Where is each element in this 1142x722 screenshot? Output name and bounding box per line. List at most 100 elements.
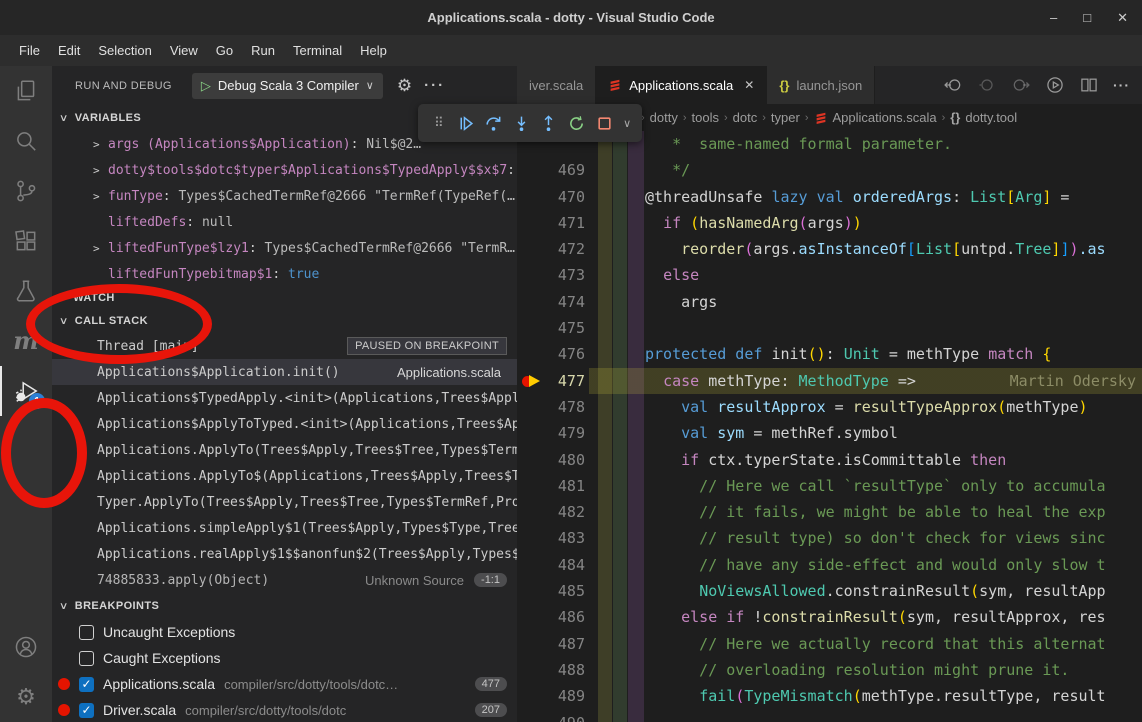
line-number[interactable]: 471 [517, 210, 585, 236]
stack-frame-row[interactable]: Applications.ApplyTo$(Applications,Trees… [52, 463, 517, 489]
code-line[interactable]: 470@threadUnsafe lazy val orderedArgs: L… [517, 184, 1142, 210]
continue-icon[interactable] [454, 110, 478, 136]
step-over-icon[interactable] [481, 110, 505, 136]
chevron-down-icon[interactable]: ∨ [620, 110, 634, 136]
tab-launch-json[interactable]: {}launch.json [767, 66, 875, 104]
line-number[interactable]: 480 [517, 447, 585, 473]
code-line[interactable]: 484 // have any side-effect and would on… [517, 552, 1142, 578]
code-line[interactable]: 485 NoViewsAllowed.constrainResult(sym, … [517, 578, 1142, 604]
code-editor[interactable]: * same-named formal parameter.469 */470@… [517, 131, 1142, 722]
line-number[interactable]: 469 [517, 157, 585, 183]
breadcrumb-item[interactable]: typer [771, 110, 800, 125]
breakpoint-row[interactable]: ✓Driver.scalacompiler/src/dotty/tools/do… [52, 697, 517, 722]
menu-view[interactable]: View [161, 40, 207, 61]
close-button[interactable]: ✕ [1117, 10, 1128, 26]
stack-frame-row[interactable]: Applications.ApplyTo(Trees$Apply,Trees$T… [52, 437, 517, 463]
stack-frame-row[interactable]: Applications.realApply$1$$anonfun$2(Tree… [52, 541, 517, 567]
line-number[interactable]: 473 [517, 262, 585, 288]
menu-run[interactable]: Run [242, 40, 284, 61]
breakpoint-checkbox[interactable]: ✓ [79, 677, 94, 692]
call-stack-section-header[interactable]: ∨ CALL STACK [52, 309, 517, 333]
code-line[interactable]: 475 [517, 315, 1142, 341]
debug-reverse-icon[interactable] [977, 75, 997, 95]
line-number[interactable]: 484 [517, 552, 585, 578]
stack-frame-row[interactable]: 74885833.apply(Object)Unknown Source-1:1 [52, 567, 517, 593]
views-more-actions-icon[interactable]: ··· [424, 77, 445, 94]
maximize-button[interactable]: □ [1083, 10, 1091, 25]
line-number[interactable]: 486 [517, 604, 585, 630]
account-icon[interactable] [0, 622, 52, 672]
testing-icon[interactable] [0, 266, 52, 316]
code-line[interactable]: 481 // Here we call `resultType` only to… [517, 473, 1142, 499]
navigate-forward-icon[interactable] [1011, 75, 1031, 95]
variable-row[interactable]: liftedDefs: null [52, 209, 517, 235]
code-line[interactable]: 489 fail(TypeMismatch(methType.resultTyp… [517, 683, 1142, 709]
split-editor-icon[interactable] [1079, 75, 1099, 95]
code-line[interactable]: 486 else if !constrainResult(sym, result… [517, 604, 1142, 630]
current-breakpoint-arrow-icon[interactable] [522, 375, 546, 388]
source-control-icon[interactable] [0, 166, 52, 216]
menu-file[interactable]: File [10, 40, 49, 61]
breadcrumb-item[interactable]: dotty.tool [965, 110, 1017, 125]
variable-row[interactable]: >dotty$tools$dotc$typer$Applications$Typ… [52, 157, 517, 183]
line-number[interactable]: 474 [517, 289, 585, 315]
line-number[interactable]: 479 [517, 420, 585, 446]
variable-row[interactable]: >funType: Types$CachedTermRef@2666 "Term… [52, 183, 517, 209]
line-number[interactable]: 482 [517, 499, 585, 525]
breakpoint-row[interactable]: ✓Applications.scalacompiler/src/dotty/to… [52, 671, 517, 697]
line-number[interactable]: 470 [517, 184, 585, 210]
stack-frame-row[interactable]: Applications.simpleApply$1(Trees$Apply,T… [52, 515, 517, 541]
restart-icon[interactable] [565, 110, 589, 136]
breakpoint-checkbox[interactable] [79, 625, 94, 640]
breakpoint-row[interactable]: Caught Exceptions [52, 645, 517, 671]
step-out-icon[interactable] [537, 110, 561, 136]
stop-icon[interactable] [592, 110, 616, 136]
variable-row[interactable]: liftedFunTypebitmap$1: true [52, 261, 517, 287]
line-number[interactable]: 475 [517, 315, 585, 341]
line-number[interactable]: 476 [517, 341, 585, 367]
metals-icon[interactable]: m [0, 316, 52, 366]
code-line[interactable]: 480 if ctx.typerState.isCommittable then [517, 447, 1142, 473]
close-tab-icon[interactable]: ✕ [744, 78, 754, 92]
watch-section-header[interactable]: > WATCH [52, 287, 517, 309]
line-number[interactable]: 481 [517, 473, 585, 499]
breadcrumb-item[interactable]: dotc [733, 110, 758, 125]
run-and-debug-icon[interactable]: 1 [0, 366, 52, 416]
thread-row[interactable]: Thread [main] PAUSED ON BREAKPOINT [52, 333, 517, 359]
search-icon[interactable] [0, 116, 52, 166]
breakpoint-row[interactable]: Uncaught Exceptions [52, 619, 517, 645]
breakpoint-checkbox[interactable]: ✓ [79, 703, 94, 718]
tab-iver-scala[interactable]: iver.scala [517, 66, 596, 104]
line-number[interactable]: 485 [517, 578, 585, 604]
code-line[interactable]: 478 val resultApprox = resultTypeApprox(… [517, 394, 1142, 420]
line-number[interactable]: 487 [517, 631, 585, 657]
settings-gear-icon[interactable]: ⚙ [0, 672, 52, 722]
stack-frame-row[interactable]: Typer.ApplyTo(Trees$Apply,Trees$Tree,Typ… [52, 489, 517, 515]
code-line[interactable]: 482 // it fails, we might be able to hea… [517, 499, 1142, 525]
line-number[interactable]: 490 [517, 710, 585, 722]
start-debug-icon[interactable]: ▷ [201, 78, 211, 94]
navigate-back-icon[interactable] [943, 75, 963, 95]
run-file-icon[interactable] [1045, 75, 1065, 95]
variable-row[interactable]: >liftedFunType$lzy1: Types$CachedTermRef… [52, 235, 517, 261]
code-line[interactable]: 483 // result type) so don't check for v… [517, 525, 1142, 551]
code-line[interactable]: 472 reorder(args.asInstanceOf[List[untpd… [517, 236, 1142, 262]
code-line[interactable]: 476protected def init(): Unit = methType… [517, 341, 1142, 367]
stack-frame-row[interactable]: Applications$Application.init()Applicati… [52, 359, 517, 385]
step-into-icon[interactable] [509, 110, 533, 136]
code-line[interactable]: 488 // overloading resolution might prun… [517, 657, 1142, 683]
line-number[interactable]: 478 [517, 394, 585, 420]
menu-go[interactable]: Go [207, 40, 242, 61]
menu-edit[interactable]: Edit [49, 40, 89, 61]
code-line[interactable]: 477 case methType: MethodType =>Martin O… [517, 368, 1142, 394]
line-number[interactable]: 472 [517, 236, 585, 262]
debug-config-dropdown[interactable]: ▷ Debug Scala 3 Compiler ∨ [192, 73, 383, 99]
more-actions-icon[interactable]: ··· [1113, 77, 1130, 93]
line-number[interactable]: 488 [517, 657, 585, 683]
code-line[interactable]: 471 if (hasNamedArg(args)) [517, 210, 1142, 236]
debug-settings-gear-icon[interactable]: ⚙ [397, 76, 412, 96]
code-line[interactable]: 469 */ [517, 157, 1142, 183]
code-line[interactable]: 479 val sym = methRef.symbol [517, 420, 1142, 446]
breadcrumb-item[interactable]: dotty [650, 110, 678, 125]
breakpoint-checkbox[interactable] [79, 651, 94, 666]
